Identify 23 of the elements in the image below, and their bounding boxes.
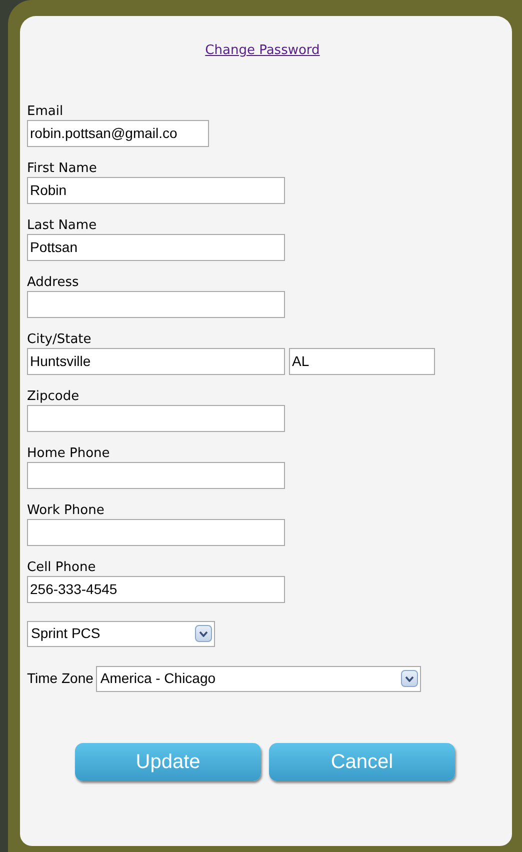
text-field[interactable] [27,462,285,488]
text-field[interactable] [27,404,285,432]
field-label: Home Phone [27,444,111,462]
carrier-select[interactable]: Sprint PCS [27,620,215,646]
field-label: Email [27,102,64,120]
text-field[interactable] [27,290,285,318]
text-field[interactable]: Pottsan [27,234,285,260]
field-label: Zipcode [27,388,80,404]
field-label: Last Name [27,216,98,234]
field-label: Cell Phone [27,558,97,576]
field-label: Work Phone [27,502,106,518]
text-field[interactable]: Huntsville [27,348,285,374]
text-field[interactable]: AL [289,348,435,374]
field-label: Address [27,274,80,290]
field-label: City/State [27,330,92,348]
time-zone-label: Time Zone [27,669,94,688]
text-field[interactable]: robin.pottsan@gmail.co [27,120,209,146]
time-zone-select[interactable]: America - Chicago [96,666,422,692]
text-field[interactable] [27,518,285,546]
field-label: First Name [27,160,98,176]
text-field[interactable]: Robin [27,176,285,204]
change-password-link[interactable]: Change Password [205,41,320,60]
text-field[interactable]: 256-333-4545 [27,576,285,602]
